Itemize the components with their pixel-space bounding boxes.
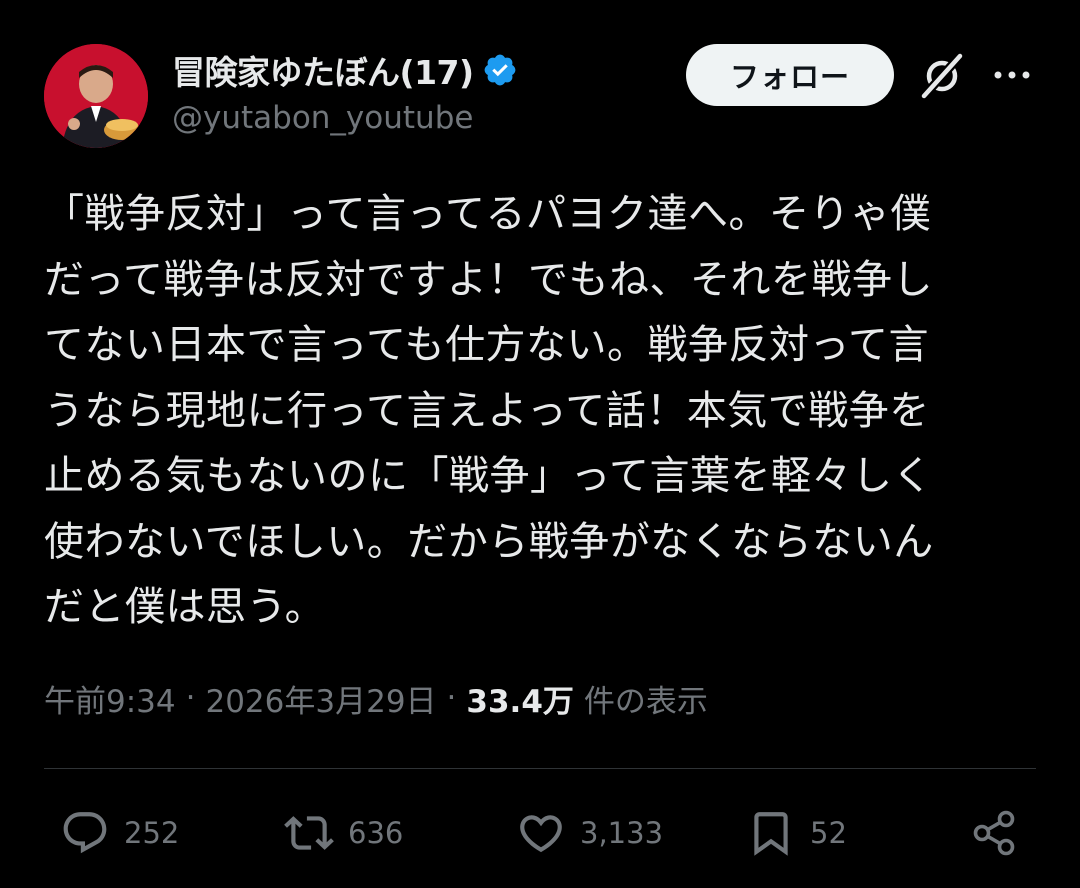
avatar-image bbox=[44, 44, 148, 148]
post-meta: 午前9:34 · 2026年3月29日 · 33.4万 件の表示 bbox=[44, 674, 708, 722]
display-name[interactable]: 冒険家ゆたぼん(17) bbox=[172, 46, 474, 94]
bookmark-icon bbox=[754, 812, 788, 856]
views-label: 件の表示 bbox=[583, 683, 708, 720]
action-bar: 252 636 3,133 52 bbox=[0, 800, 1080, 866]
views-count: 33.4万 bbox=[466, 683, 574, 720]
share-icon bbox=[973, 810, 1015, 856]
share-button[interactable] bbox=[970, 808, 1020, 858]
post-header: 冒険家ゆたぼん(17) @yutabon_youtube フォロー bbox=[0, 0, 1080, 160]
like-button[interactable]: 3,133 bbox=[516, 808, 663, 858]
heart-icon bbox=[520, 815, 562, 853]
like-count: 3,133 bbox=[580, 816, 664, 850]
reply-count: 252 bbox=[124, 816, 180, 850]
post-text-line: てない日本で言っても仕方ない。戦争反対って言 bbox=[44, 322, 929, 368]
repost-icon bbox=[284, 816, 334, 850]
user-handle[interactable]: @yutabon_youtube bbox=[172, 100, 473, 136]
post-time[interactable]: 午前9:34 bbox=[44, 676, 176, 721]
post-text-line: 使わないでほしい。だから戦争がなくならないん bbox=[44, 518, 934, 565]
post-date[interactable]: 2026年3月29日 bbox=[205, 676, 436, 721]
repost-button[interactable]: 636 bbox=[284, 808, 403, 858]
post-text-line: 止める気もないのに「戦争」って言葉を軽々しく bbox=[44, 453, 933, 499]
follow-button[interactable]: フォロー bbox=[686, 44, 894, 106]
meta-separator: · bbox=[185, 680, 196, 716]
divider bbox=[44, 768, 1036, 769]
avatar[interactable] bbox=[44, 44, 148, 148]
post-text-line: だって戦争は反対ですよ！でもね、それを戦争し bbox=[44, 256, 933, 303]
post-text-line: だと僕は思う。 bbox=[44, 584, 326, 630]
post-text: 「戦争反対」って言ってるパヨク達へ。そりゃ僕 だって戦争は反対ですよ！でもね、そ… bbox=[44, 182, 1034, 641]
more-options-icon[interactable] bbox=[990, 60, 1034, 90]
post-text-line: 「戦争反対」って言ってるパヨク達へ。そりゃ僕 bbox=[44, 191, 931, 237]
reply-icon bbox=[63, 812, 107, 854]
verified-badge-icon bbox=[482, 52, 518, 88]
grok-icon[interactable] bbox=[918, 52, 966, 100]
name-row: 冒険家ゆたぼん(17) bbox=[172, 48, 518, 92]
reply-button[interactable]: 252 bbox=[60, 808, 179, 858]
repost-count: 636 bbox=[348, 816, 404, 850]
post-text-line: うなら現地に行って言えよって話！本気で戦争を bbox=[44, 387, 930, 434]
bookmark-count: 52 bbox=[810, 816, 847, 850]
meta-separator: · bbox=[446, 680, 457, 716]
bookmark-button[interactable]: 52 bbox=[746, 808, 847, 858]
